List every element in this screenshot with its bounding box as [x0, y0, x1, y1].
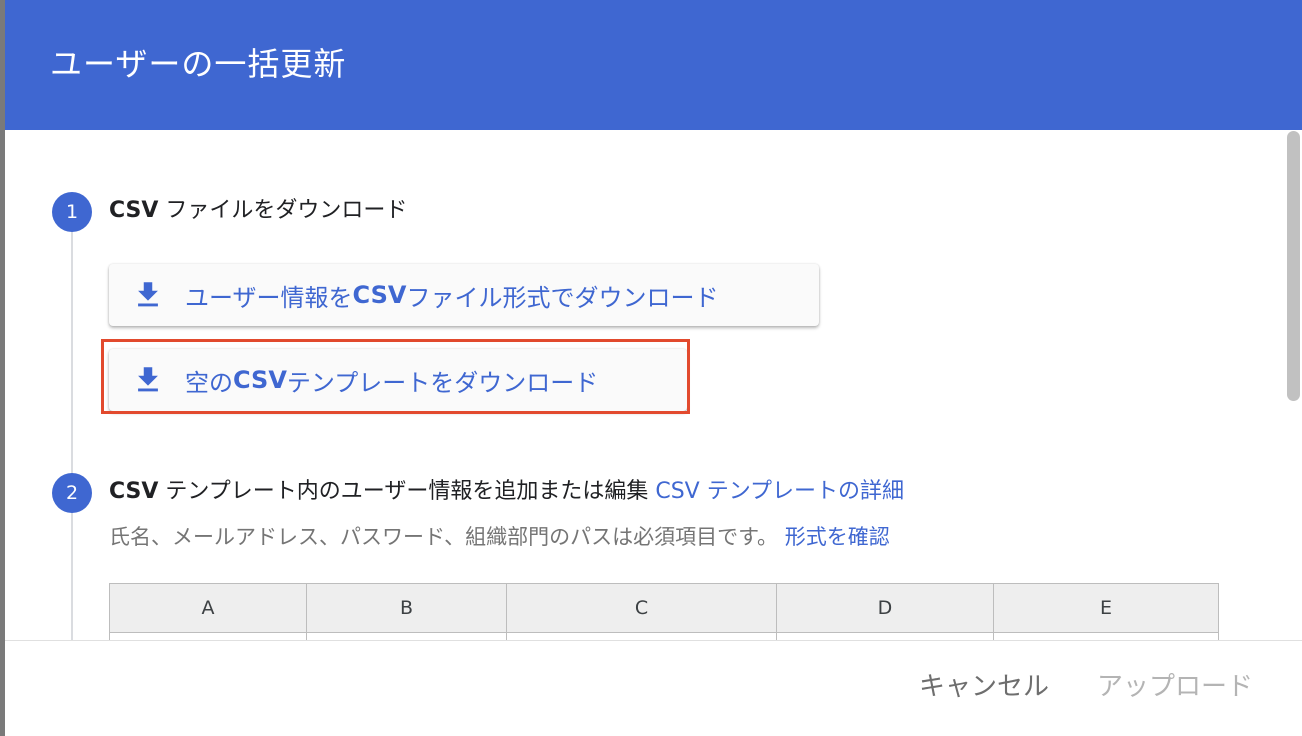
table-cell: [109, 632, 307, 640]
step-1-indicator: 1: [52, 192, 92, 232]
check-format-link[interactable]: 形式を確認: [785, 525, 890, 549]
download-blank-template-label-bold: CSV: [233, 366, 287, 394]
table-cell: [306, 632, 507, 640]
step-2-title: CSV テンプレート内のユーザー情報を追加または編集 CSV テンプレートの詳細: [109, 476, 904, 508]
step-1-title-text: ファイルをダウンロード: [158, 198, 408, 223]
required-fields-text: 氏名、メールアドレス、パスワード、組織部門のパスは必須項目です。: [109, 525, 785, 549]
download-icon: [138, 282, 158, 307]
dialog-scrollbar-thumb[interactable]: [1287, 131, 1300, 401]
table-row: [109, 632, 1219, 640]
download-blank-template-label-post: テンプレートをダウンロード: [286, 368, 599, 397]
bulk-update-users-dialog: ユーザーの一括更新 1 CSV ファイルをダウンロード ユーザー情報を CSV …: [5, 0, 1302, 736]
table-cell: [993, 632, 1219, 640]
column-header-b: B: [306, 583, 507, 633]
column-header-a: A: [109, 583, 307, 633]
table-cell: [506, 632, 777, 640]
step-2-title-bold: CSV: [109, 479, 159, 504]
download-blank-template-button[interactable]: 空の CSV テンプレートをダウンロード: [109, 349, 687, 411]
step-2-title-text: テンプレート内のユーザー情報を追加または編集: [158, 479, 656, 504]
dialog-header: ユーザーの一括更新: [5, 0, 1302, 130]
step-1-title-bold: CSV: [109, 198, 159, 223]
dialog-footer: キャンセル アップロード: [5, 640, 1302, 736]
csv-sample-table: A B C D E: [109, 583, 1219, 640]
table-cell: [776, 632, 994, 640]
column-header-e: E: [993, 583, 1219, 633]
column-header-d: D: [776, 583, 994, 633]
upload-button[interactable]: アップロード: [1097, 669, 1253, 705]
download-blank-template-label-pre: 空の: [185, 368, 233, 397]
download-users-csv-label-post: ファイル形式でダウンロード: [406, 283, 719, 312]
download-icon: [138, 367, 158, 392]
download-users-csv-button[interactable]: ユーザー情報を CSV ファイル形式でダウンロード: [109, 264, 819, 326]
step-1-title: CSV ファイルをダウンロード: [109, 195, 407, 227]
table-header-row: A B C D E: [109, 583, 1219, 633]
stepper-line: [71, 223, 73, 640]
column-header-c: C: [506, 583, 777, 633]
dialog-body: 1 CSV ファイルをダウンロード ユーザー情報を CSV ファイル形式でダウン…: [5, 130, 1302, 640]
step-2-subtitle: 氏名、メールアドレス、パスワード、組織部門のパスは必須項目です。 形式を確認: [109, 522, 890, 552]
download-users-csv-label-pre: ユーザー情報を: [185, 283, 353, 312]
dialog-title: ユーザーの一括更新: [50, 45, 347, 83]
download-users-csv-label-bold: CSV: [352, 281, 407, 309]
cancel-button[interactable]: キャンセル: [919, 669, 1049, 705]
csv-template-details-link[interactable]: CSV テンプレートの詳細: [655, 479, 904, 504]
step-2-indicator: 2: [52, 473, 92, 513]
